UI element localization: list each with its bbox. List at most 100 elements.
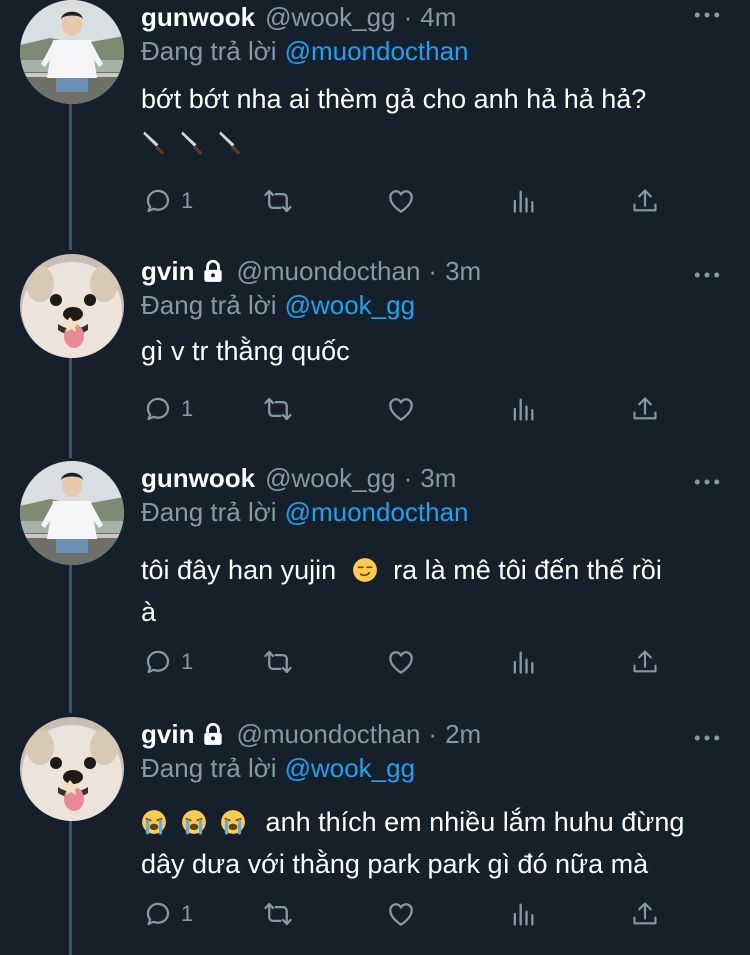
retweet-icon <box>261 394 295 424</box>
timestamp[interactable]: 3m <box>445 256 481 287</box>
like-button[interactable] <box>385 647 417 677</box>
tweet-text: tôi đây han yujin ra là mê tôi đến thế r… <box>141 551 721 631</box>
crying-emoji-icon <box>220 807 246 845</box>
analytics-icon <box>509 394 537 424</box>
tweet-actions: 1 <box>143 394 663 428</box>
share-icon <box>631 899 659 929</box>
retweet-icon <box>261 186 295 216</box>
lock-icon <box>200 721 226 747</box>
mention-link[interactable]: @wook_gg <box>285 753 415 783</box>
display-name[interactable]: gunwook <box>141 2 255 33</box>
timestamp[interactable]: 2m <box>445 719 481 750</box>
tweet-text: anh thích em nhiều lắm huhu đừng dây dưa… <box>141 803 721 883</box>
knife-icon <box>217 128 245 166</box>
avatar[interactable] <box>20 254 124 358</box>
share-icon <box>631 186 659 216</box>
reply-icon <box>143 647 173 677</box>
user-handle[interactable]: @muondocthan <box>236 719 420 750</box>
avatar[interactable] <box>20 0 124 104</box>
tweet-text: gì v tr thằng quốc <box>141 336 350 366</box>
tweet-text: bớt bớt nha ai thèm gả cho anh hả hả hả? <box>141 80 721 166</box>
like-button[interactable] <box>385 394 417 424</box>
timestamp[interactable]: 4m <box>420 2 456 33</box>
tweet[interactable]: gvin @muondocthan · 2m Đang trả lời @wook… <box>0 717 750 955</box>
reply-button[interactable]: 1 <box>143 899 193 929</box>
tweet-text-part: anh thích em nhiều lắm huhu đừng <box>265 807 685 837</box>
tweet[interactable]: gunwook @wook_gg · 4m Đang trả lời @muond… <box>0 0 750 250</box>
share-button[interactable] <box>631 899 659 929</box>
share-button[interactable] <box>631 186 659 216</box>
retweet-button[interactable] <box>261 647 295 677</box>
reply-count: 1 <box>181 188 194 213</box>
timestamp[interactable]: 3m <box>420 463 456 494</box>
reply-button[interactable]: 1 <box>143 186 193 216</box>
analytics-button[interactable] <box>509 394 537 424</box>
replying-to: Đang trả lời @wook_gg <box>141 753 415 784</box>
reply-label: Đang trả lời <box>141 36 277 66</box>
knife-emojis <box>141 124 721 166</box>
avatar[interactable] <box>20 461 124 565</box>
avatar[interactable] <box>20 717 124 821</box>
reply-icon <box>143 394 173 424</box>
reply-button[interactable]: 1 <box>143 647 193 677</box>
user-handle[interactable]: @wook_gg <box>265 463 395 494</box>
retweet-icon <box>261 647 295 677</box>
share-button[interactable] <box>631 394 659 424</box>
reply-label: Đang trả lời <box>141 497 277 527</box>
tweet-text-part: tôi đây han yujin <box>141 555 337 585</box>
more-icon[interactable] <box>694 729 720 747</box>
retweet-button[interactable] <box>261 394 295 424</box>
display-name[interactable]: gunwook <box>141 463 255 494</box>
share-button[interactable] <box>631 647 659 677</box>
tweet-actions: 1 <box>143 186 663 220</box>
knife-icon <box>179 128 207 166</box>
tweet[interactable]: gunwook @wook_gg · 3m Đang trả lời @muond… <box>0 461 750 711</box>
tweet[interactable]: gvin @muondocthan · 3m Đang trả lời @wook… <box>0 254 750 454</box>
analytics-button[interactable] <box>509 647 537 677</box>
retweet-button[interactable] <box>261 186 295 216</box>
separator: · <box>428 255 438 286</box>
mention-link[interactable]: @wook_gg <box>285 290 415 320</box>
display-name[interactable]: gvin <box>141 256 194 287</box>
mention-link[interactable]: @muondocthan <box>285 36 469 66</box>
more-icon[interactable] <box>694 266 720 284</box>
like-button[interactable] <box>385 899 417 929</box>
tweet-text-part: ra là mê tôi đến thế rồi <box>393 555 662 585</box>
tweet-text-part: dây dưa với thằng park park gì đó nữa mà <box>141 849 649 879</box>
tweet-actions: 1 <box>143 899 663 933</box>
analytics-icon <box>509 899 537 929</box>
smirk-emoji-icon <box>352 555 378 593</box>
retweet-button[interactable] <box>261 899 295 929</box>
reply-icon <box>143 899 173 929</box>
user-handle[interactable]: @wook_gg <box>265 2 395 33</box>
analytics-button[interactable] <box>509 186 537 216</box>
reply-count: 1 <box>181 901 194 926</box>
replying-to: Đang trả lời @wook_gg <box>141 290 415 321</box>
crying-emoji-icon <box>181 807 207 845</box>
tweet-text-part: à <box>141 597 157 627</box>
tweet-text-line: bớt bớt nha ai thèm gả cho anh hả hả hả? <box>141 84 647 114</box>
more-icon[interactable] <box>694 473 720 491</box>
more-icon[interactable] <box>694 6 720 24</box>
like-icon <box>385 394 417 424</box>
analytics-button[interactable] <box>509 899 537 929</box>
lock-icon <box>200 258 226 284</box>
reply-label: Đang trả lời <box>141 290 277 320</box>
replying-to: Đang trả lời @muondocthan <box>141 36 469 67</box>
retweet-icon <box>261 899 295 929</box>
tweet-actions: 1 <box>143 647 663 681</box>
analytics-icon <box>509 647 537 677</box>
display-name[interactable]: gvin <box>141 719 194 750</box>
mention-link[interactable]: @muondocthan <box>285 497 469 527</box>
crying-emoji-icon <box>141 807 167 845</box>
user-handle[interactable]: @muondocthan <box>236 256 420 287</box>
share-icon <box>631 394 659 424</box>
analytics-icon <box>509 186 537 216</box>
reply-count: 1 <box>181 649 194 674</box>
separator: · <box>403 1 413 32</box>
knife-icon <box>141 128 169 166</box>
reply-label: Đang trả lời <box>141 753 277 783</box>
reply-button[interactable]: 1 <box>143 394 193 424</box>
like-icon <box>385 647 417 677</box>
like-button[interactable] <box>385 186 417 216</box>
